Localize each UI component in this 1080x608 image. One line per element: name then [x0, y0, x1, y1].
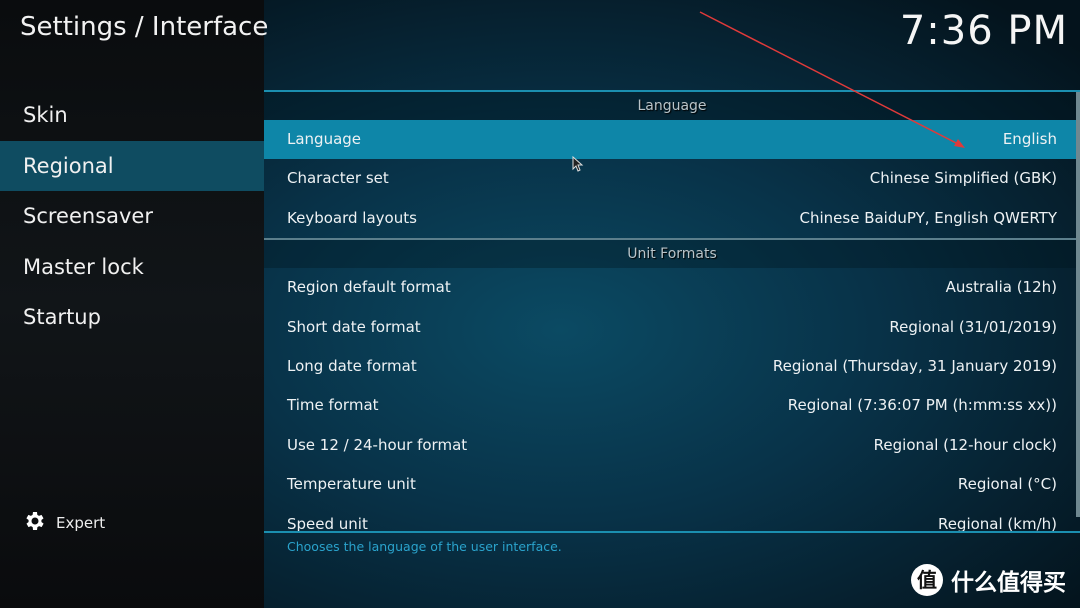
setting-label: Speed unit: [287, 514, 368, 533]
help-text: Chooses the language of the user interfa…: [287, 539, 562, 554]
setting-keyboard-layouts[interactable]: Keyboard layouts Chinese BaiduPY, Englis…: [264, 199, 1080, 238]
sidebar-item-regional[interactable]: Regional: [0, 140, 264, 191]
scrollbar[interactable]: [1076, 92, 1080, 517]
setting-value: Australia (12h): [945, 278, 1057, 297]
setting-label: Time format: [287, 396, 379, 415]
mouse-cursor-icon: [572, 156, 584, 172]
setting-character-set[interactable]: Character set Chinese Simplified (GBK): [264, 159, 1080, 198]
setting-temperature-unit[interactable]: Temperature unit Regional (°C): [264, 465, 1080, 504]
setting-time-format[interactable]: Time format Regional (7:36:07 PM (h:mm:s…: [264, 386, 1080, 425]
expert-level-button[interactable]: Expert: [22, 509, 105, 537]
setting-label: Short date format: [287, 317, 421, 336]
setting-speed-unit[interactable]: Speed unit Regional (km/h): [264, 505, 1080, 533]
sidebar-nav: Skin Regional Screensaver Master lock St…: [0, 90, 264, 343]
setting-label: Long date format: [287, 356, 417, 375]
setting-value: Regional (31/01/2019): [889, 317, 1057, 336]
setting-label: Keyboard layouts: [287, 208, 417, 227]
sidebar-item-master-lock[interactable]: Master lock: [0, 242, 264, 293]
watermark-text: 什么值得买: [951, 570, 1066, 596]
sidebar-item-skin[interactable]: Skin: [0, 90, 264, 141]
group-header-unit-formats: Unit Formats: [264, 240, 1080, 269]
sidebar: Settings / Interface Skin Regional Scree…: [0, 0, 268, 608]
setting-value: Regional (°C): [957, 475, 1057, 494]
setting-value: Chinese Simplified (GBK): [869, 169, 1057, 188]
setting-value: Regional (7:36:07 PM (h:mm:ss xx)): [787, 396, 1057, 415]
panel-bottom-divider: [264, 531, 1080, 533]
watermark: 值 什么值得买: [911, 563, 1066, 597]
gear-icon: [22, 509, 46, 537]
setting-12-24-hour-format[interactable]: Use 12 / 24-hour format Regional (12-hou…: [264, 426, 1080, 465]
setting-label: Use 12 / 24-hour format: [287, 435, 468, 454]
setting-value: Regional (km/h): [937, 514, 1057, 533]
sidebar-item-screensaver[interactable]: Screensaver: [0, 191, 264, 242]
setting-label: Region default format: [287, 278, 451, 297]
sidebar-item-startup[interactable]: Startup: [0, 292, 264, 343]
setting-language[interactable]: Language English: [264, 120, 1080, 160]
setting-long-date-format[interactable]: Long date format Regional (Thursday, 31 …: [264, 347, 1080, 386]
setting-label: Language: [287, 130, 362, 148]
setting-value: Regional (12-hour clock): [873, 435, 1057, 454]
setting-region-default-format[interactable]: Region default format Australia (12h): [264, 268, 1080, 307]
group-header-language: Language: [264, 92, 1080, 120]
settings-list: Language Language English Character set …: [264, 90, 1080, 533]
page-title: Settings / Interface: [20, 12, 269, 42]
setting-label: Temperature unit: [287, 475, 416, 494]
clock: 7:36 PM: [899, 8, 1068, 54]
expert-label: Expert: [56, 514, 106, 532]
setting-value: English: [1002, 130, 1057, 148]
setting-value: Regional (Thursday, 31 January 2019): [772, 356, 1057, 375]
setting-value: Chinese BaiduPY, English QWERTY: [799, 208, 1058, 227]
setting-short-date-format[interactable]: Short date format Regional (31/01/2019): [264, 308, 1080, 347]
watermark-logo-icon: 值: [911, 564, 943, 596]
setting-label: Character set: [287, 169, 389, 188]
